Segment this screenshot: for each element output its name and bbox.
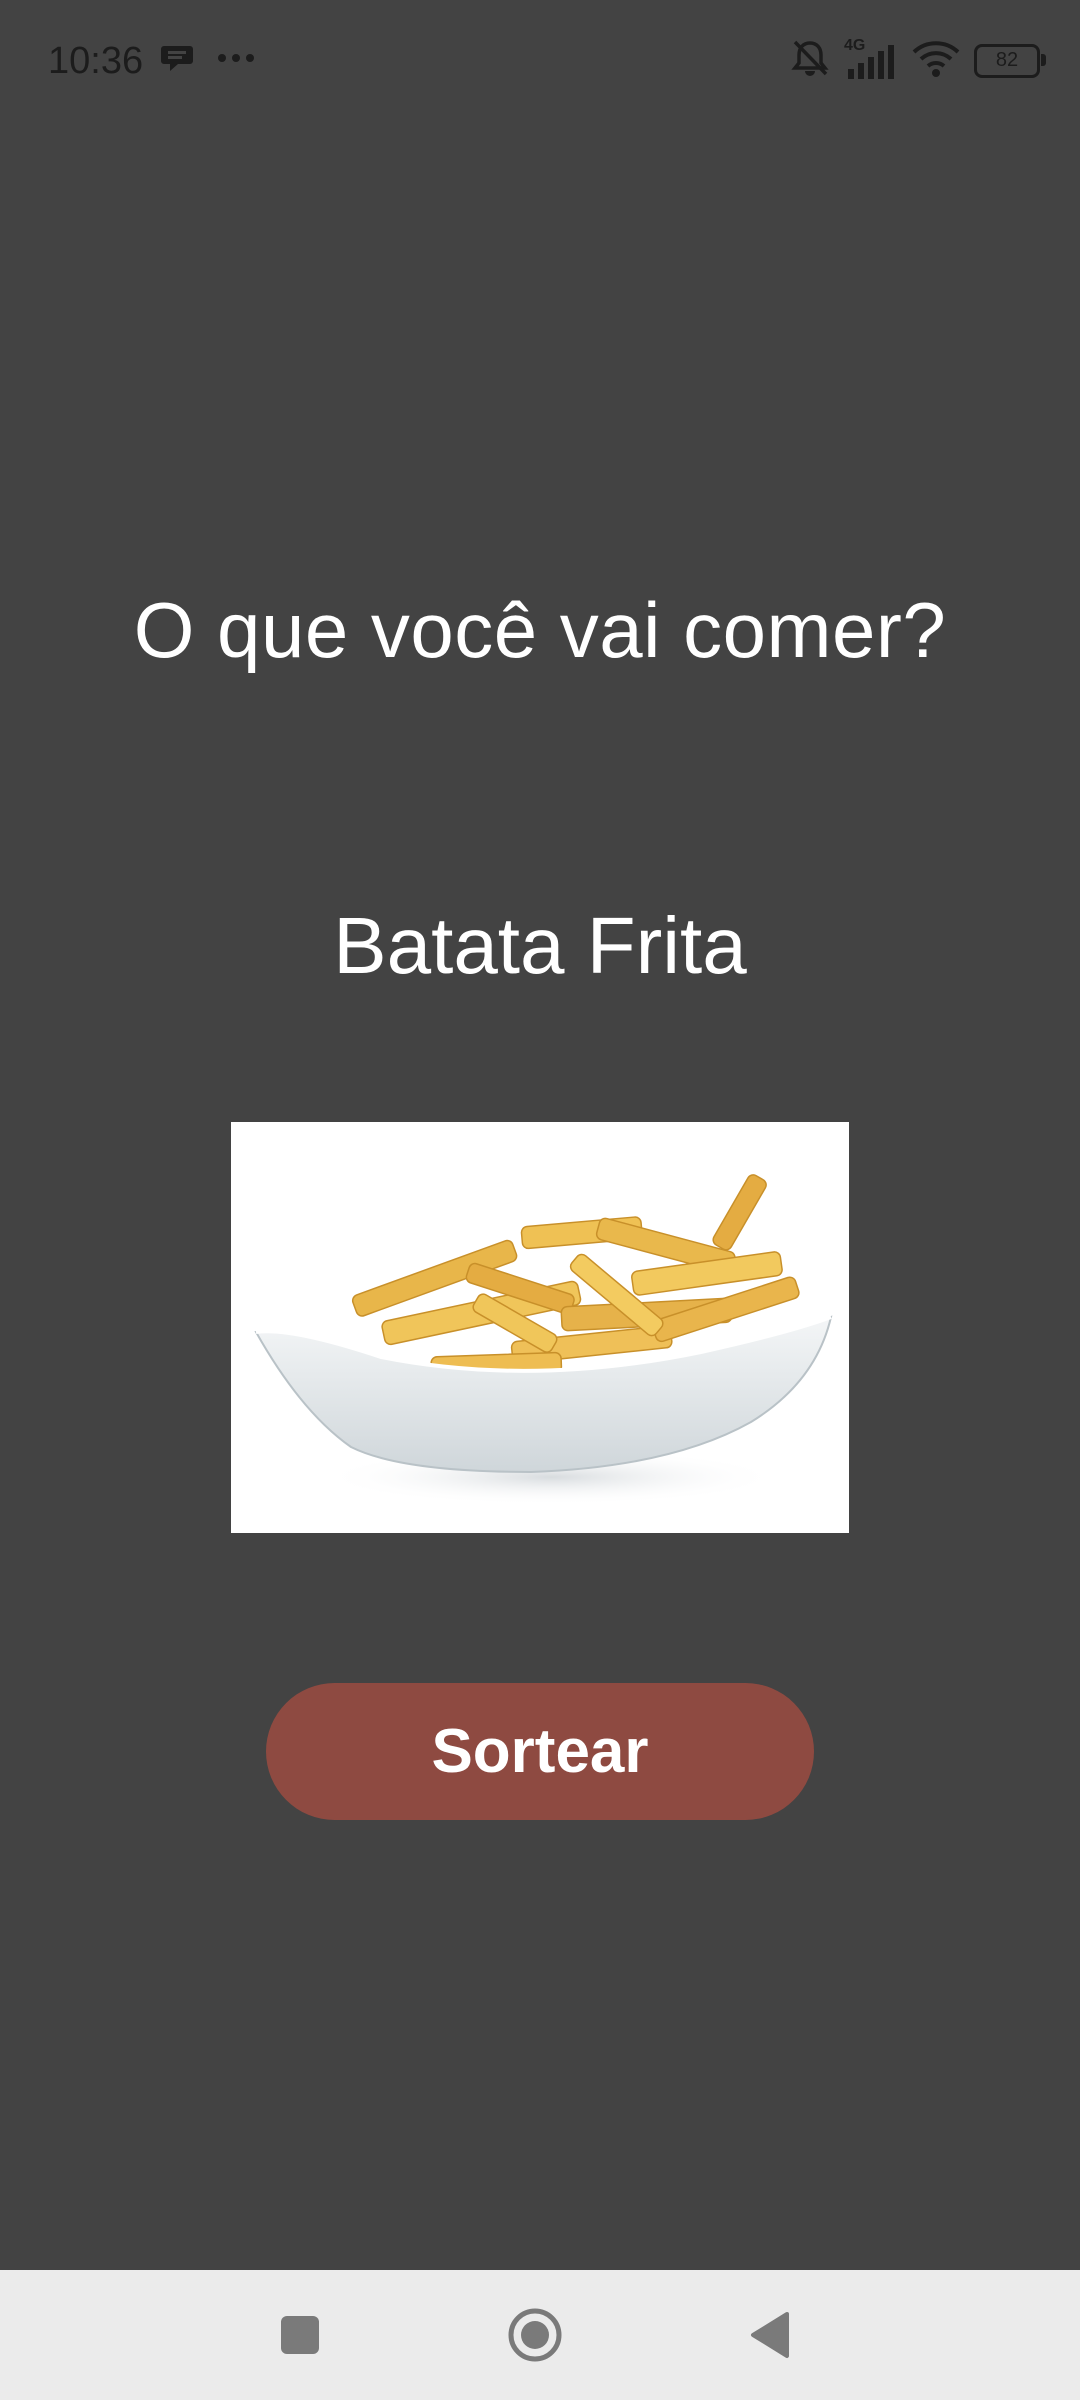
status-time: 10:36	[48, 40, 144, 82]
signal-icon: 4G	[844, 37, 898, 81]
chat-bubble-icon	[160, 40, 194, 79]
recent-apps-icon[interactable]	[265, 2300, 335, 2370]
mute-bell-icon	[790, 38, 830, 83]
home-icon[interactable]	[500, 2300, 570, 2370]
wifi-icon	[912, 38, 960, 83]
status-right-icons: 4G 82	[790, 37, 1046, 83]
status-bar: 10:36 4G 82	[0, 0, 1080, 120]
result-text: Batata Frita	[333, 901, 747, 990]
status-left-icons	[160, 40, 256, 79]
battery-level: 82	[995, 49, 1019, 71]
food-image	[231, 1122, 849, 1533]
question-title: O que você vai comer?	[133, 586, 947, 674]
sortear-button[interactable]: Sortear	[266, 1683, 814, 1820]
battery-icon: 82	[974, 43, 1046, 78]
navigation-bar	[0, 2270, 1080, 2400]
back-icon[interactable]	[735, 2300, 805, 2370]
more-dots-icon	[216, 51, 256, 69]
